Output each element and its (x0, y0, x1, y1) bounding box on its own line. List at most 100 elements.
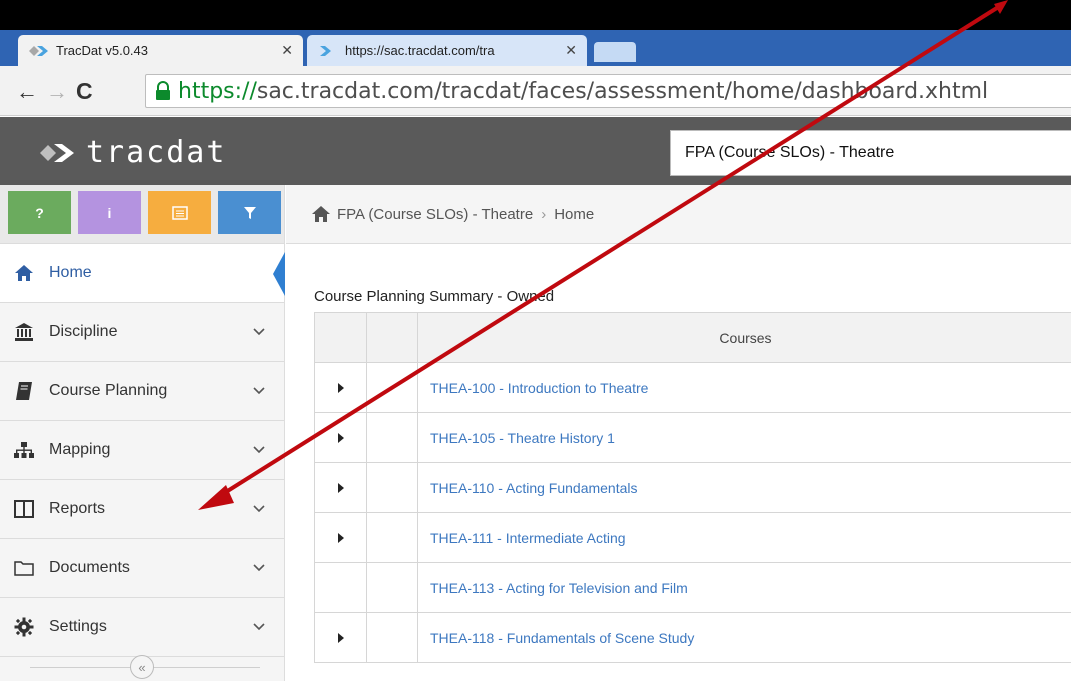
course-link[interactable]: THEA-105 - Theatre History 1 (417, 412, 1071, 463)
logo-text: tracdat (86, 135, 227, 170)
expand-cell[interactable] (314, 412, 367, 463)
url-path: sac.tracdat.com/tracdat/faces/assessment… (256, 78, 989, 104)
window-titlebar (0, 0, 1071, 30)
sidebar-item-home[interactable]: Home (0, 244, 285, 303)
tracdat-favicon (317, 44, 339, 58)
blank-cell (366, 612, 418, 663)
sidebar-item-label: Course Planning (49, 382, 168, 399)
folder-icon (13, 557, 35, 579)
forward-arrow-icon[interactable]: → (46, 79, 68, 105)
blank-cell (366, 412, 418, 463)
home-icon[interactable] (311, 205, 331, 223)
chevron-down-icon[interactable] (252, 502, 266, 516)
chevron-down-icon[interactable] (252, 443, 266, 457)
expand-triangle-icon[interactable] (337, 532, 344, 543)
table-row[interactable]: THEA-113 - Acting for Television and Fil… (314, 562, 1071, 613)
blank-cell (366, 512, 418, 563)
address-bar: ← → C https://sac.tracdat.com/tracdat/fa… (0, 66, 1071, 116)
expand-triangle-icon[interactable] (337, 382, 344, 393)
app-header: tracdat FPA (Course SLOs) - Theatre (0, 117, 1071, 185)
info-button[interactable]: i (78, 191, 141, 234)
table-row[interactable]: THEA-111 - Intermediate Acting (314, 512, 1071, 563)
table-row[interactable]: THEA-110 - Acting Fundamentals (314, 462, 1071, 513)
home-icon (13, 262, 35, 284)
breadcrumb-page: Home (554, 205, 595, 223)
help-button[interactable]: ? (8, 191, 71, 234)
sidebar-item-course-planning[interactable]: Course Planning (0, 362, 284, 421)
breadcrumb: FPA (Course SLOs) - Theatre › Home (286, 185, 1071, 244)
chevron-down-icon[interactable] (252, 561, 266, 575)
course-summary-table: Courses THEA-100 - Introduction to Theat… (314, 312, 1071, 663)
sitemap-icon (13, 439, 35, 461)
sidebar-item-label: Reports (49, 500, 106, 517)
sidebar-item-mapping[interactable]: Mapping (0, 421, 284, 480)
tab-tracdat[interactable]: TracDat v5.0.43 ✕ (18, 35, 303, 66)
book-icon (13, 380, 35, 402)
chevron-down-icon[interactable] (252, 620, 266, 634)
institution-icon (13, 321, 35, 343)
sidebar-item-reports[interactable]: Reports (0, 480, 284, 539)
expand-column-header (314, 312, 367, 363)
reload-icon[interactable]: C (76, 78, 93, 105)
sidebar-item-label: Settings (49, 618, 107, 635)
tab-title: https://sac.tracdat.com/tra (345, 43, 495, 58)
table-row[interactable]: THEA-118 - Fundamentals of Scene Study (314, 612, 1071, 663)
url-scheme: https:// (178, 78, 257, 104)
breadcrumb-program[interactable]: FPA (Course SLOs) - Theatre (337, 206, 533, 223)
tab-second[interactable]: https://sac.tracdat.com/tra ✕ (307, 35, 587, 66)
sidebar-item-documents[interactable]: Documents (0, 539, 284, 598)
filter-button[interactable] (218, 191, 281, 234)
expand-triangle-icon[interactable] (337, 482, 344, 493)
active-indicator (273, 252, 285, 296)
table-header-row: Courses (314, 312, 1071, 363)
close-tab-icon[interactable]: ✕ (565, 42, 577, 59)
tab-title: TracDat v5.0.43 (56, 43, 149, 58)
tracdat-logo-mark (40, 143, 74, 162)
course-link[interactable]: THEA-110 - Acting Fundamentals (417, 462, 1071, 513)
sidebar-item-label: Discipline (49, 323, 118, 340)
tracdat-favicon (28, 44, 50, 58)
expand-cell[interactable] (314, 512, 367, 563)
sidebar-item-label: Home (49, 264, 92, 281)
table-row[interactable]: THEA-100 - Introduction to Theatre (314, 362, 1071, 413)
close-tab-icon[interactable]: ✕ (281, 42, 293, 59)
course-link[interactable]: THEA-113 - Acting for Television and Fil… (417, 562, 1071, 613)
back-arrow-icon[interactable]: ← (16, 79, 38, 105)
chevron-down-icon[interactable] (252, 384, 266, 398)
courses-column-header[interactable]: Courses (417, 312, 1071, 363)
program-select[interactable]: FPA (Course SLOs) - Theatre (670, 130, 1071, 176)
expand-cell[interactable] (314, 612, 367, 663)
help-icon: ? (35, 204, 44, 221)
columns-icon (13, 498, 35, 520)
sidebar-item-discipline[interactable]: Discipline (0, 303, 284, 362)
url-field[interactable]: https://sac.tracdat.com/tracdat/faces/as… (145, 74, 1071, 108)
filter-icon (243, 206, 256, 219)
collapse-sidebar-button[interactable]: « (130, 655, 154, 679)
tab-strip: TracDat v5.0.43 ✕ https://sac.tracdat.co… (0, 30, 1071, 66)
blank-cell (366, 462, 418, 513)
table-row[interactable]: THEA-105 - Theatre History 1 (314, 412, 1071, 463)
expand-triangle-icon[interactable] (337, 432, 344, 443)
list-button[interactable] (148, 191, 211, 234)
lock-icon (156, 81, 170, 100)
expand-cell (314, 562, 367, 613)
info-icon: i (107, 204, 112, 221)
course-link[interactable]: THEA-118 - Fundamentals of Scene Study (417, 612, 1071, 663)
expand-cell[interactable] (314, 462, 367, 513)
course-link[interactable]: THEA-111 - Intermediate Acting (417, 512, 1071, 563)
blank-cell (366, 362, 418, 413)
course-link[interactable]: THEA-100 - Introduction to Theatre (417, 362, 1071, 413)
blank-cell (366, 562, 418, 613)
sidebar-item-label: Mapping (49, 441, 111, 458)
expand-triangle-icon[interactable] (337, 632, 344, 643)
expand-cell[interactable] (314, 362, 367, 413)
breadcrumb-separator: › (541, 205, 547, 223)
gear-icon (13, 616, 35, 638)
new-tab-button[interactable] (594, 42, 636, 62)
tracdat-logo[interactable]: tracdat (38, 135, 226, 170)
sidebar-item-settings[interactable]: Settings (0, 598, 284, 657)
sidebar: ? i Home Discipline Course Planning Mapp… (0, 185, 285, 681)
chevron-down-icon[interactable] (252, 325, 266, 339)
list-icon (171, 205, 188, 220)
blank-column-header (366, 312, 418, 363)
